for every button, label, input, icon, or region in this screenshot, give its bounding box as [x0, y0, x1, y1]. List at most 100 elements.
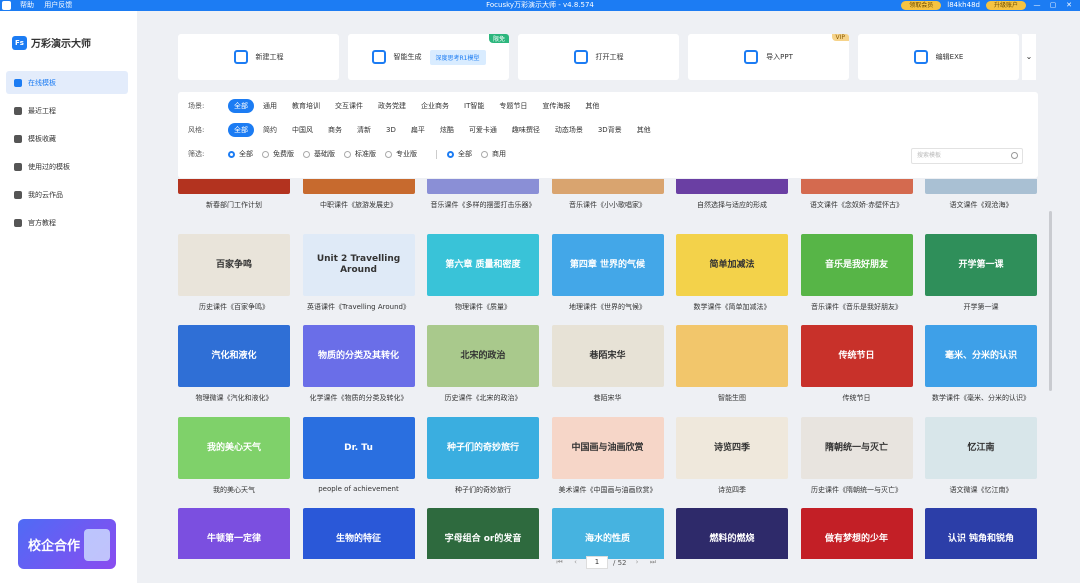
- template-thumbnail[interactable]: Unit 2 Travelling Around: [302, 234, 415, 296]
- scene-chip-8[interactable]: 宣传海报: [536, 99, 576, 113]
- template-card[interactable]: 音乐课件《小小歌唱家》: [551, 179, 664, 212]
- template-card[interactable]: 语文课件《念奴娇·赤壁怀古》: [800, 179, 913, 212]
- sidebar-item-0[interactable]: 在线模板: [6, 71, 128, 94]
- template-thumbnail[interactable]: 忆江南: [925, 417, 1037, 479]
- template-card[interactable]: 我的美心天气 我的美心天气: [178, 417, 290, 497]
- style-chip-11[interactable]: 3D背景: [592, 123, 628, 137]
- sidebar-item-1[interactable]: 最近工程: [6, 99, 128, 122]
- template-card[interactable]: 传统节日 传统节日: [800, 325, 913, 405]
- edition-radio-0[interactable]: 全部: [228, 149, 253, 159]
- template-thumbnail[interactable]: 第六章 质量和密度: [427, 234, 539, 296]
- template-thumbnail[interactable]: 汽化和液化: [178, 325, 290, 387]
- close-button[interactable]: ✕: [1064, 0, 1074, 11]
- scene-chip-7[interactable]: 专题节日: [493, 99, 533, 113]
- template-thumbnail[interactable]: 中国画与油画欣赏: [551, 417, 664, 479]
- template-card[interactable]: 毫米、分米的认识 数学课件《毫米、分米的认识》: [925, 325, 1037, 405]
- style-chip-8[interactable]: 可爱卡通: [463, 123, 503, 137]
- scene-chip-1[interactable]: 通用: [257, 99, 283, 113]
- scene-chip-2[interactable]: 教育培训: [286, 99, 326, 113]
- scene-chip-5[interactable]: 企业商务: [415, 99, 455, 113]
- template-card[interactable]: 第四章 世界的气候 地理课件《世界的气候》: [551, 234, 664, 314]
- scene-chip-3[interactable]: 交互课件: [329, 99, 369, 113]
- upgrade-button[interactable]: 升级账户: [985, 1, 1026, 10]
- template-thumbnail[interactable]: [676, 179, 788, 194]
- template-card[interactable]: 诗览四季 诗览四季: [676, 417, 788, 497]
- style-chip-12[interactable]: 其他: [631, 123, 657, 137]
- template-thumbnail[interactable]: [178, 179, 290, 194]
- template-card[interactable]: 中职课件《旅游发展史》: [302, 179, 415, 212]
- style-chip-2[interactable]: 中国风: [286, 123, 319, 137]
- template-card[interactable]: 音乐课件《多样的摆蛋打击乐器》: [427, 179, 539, 212]
- sidebar-item-5[interactable]: 官方教程: [6, 211, 128, 234]
- template-card[interactable]: Dr. Tu people of achievement: [302, 417, 415, 497]
- last-page-button[interactable]: ⏭: [648, 557, 659, 568]
- scene-chip-0[interactable]: 全部: [228, 99, 254, 113]
- user-name[interactable]: l84kh48d: [947, 0, 980, 11]
- template-thumbnail[interactable]: 音乐是我好朋友: [800, 234, 913, 296]
- action-button-0[interactable]: 新建工程: [178, 34, 339, 80]
- template-card[interactable]: 隋朝统一与灭亡 历史课件《隋朝统一与灭亡》: [800, 417, 913, 497]
- style-chip-9[interactable]: 趣味撰径: [506, 123, 546, 137]
- template-card[interactable]: 中国画与油画欣赏 美术课件《中国画与油画欣赏》: [551, 417, 664, 497]
- template-card[interactable]: 字母组合 or的发音字母组合or的发音: [427, 508, 539, 559]
- style-chip-6[interactable]: 扁平: [405, 123, 431, 137]
- edition-radio-2[interactable]: 基础版: [303, 149, 335, 159]
- edition-radio-3[interactable]: 标准版: [344, 149, 376, 159]
- template-card[interactable]: 做有梦想的少年做有梦想的少年: [800, 508, 913, 559]
- template-thumbnail[interactable]: 做有梦想的少年: [800, 508, 913, 559]
- template-card[interactable]: 汽化和液化 物理微课《汽化和液化》: [178, 325, 290, 405]
- template-thumbnail[interactable]: 隋朝统一与灭亡: [800, 417, 913, 479]
- template-thumbnail[interactable]: 生物的特征: [302, 508, 415, 559]
- template-card[interactable]: 百家争鸣 历史课件《百家争鸣》: [178, 234, 290, 314]
- chevron-down-icon[interactable]: ⌄: [1022, 34, 1036, 80]
- template-card[interactable]: 简单加减法 数学课件《简单加减法》: [676, 234, 788, 314]
- template-thumbnail[interactable]: [925, 179, 1037, 194]
- style-chip-0[interactable]: 全部: [228, 123, 254, 137]
- template-card[interactable]: 海水的性质海水的性质: [551, 508, 664, 559]
- search-input[interactable]: 搜索模板: [911, 148, 1023, 164]
- sidebar-item-2[interactable]: 模板收藏: [6, 127, 128, 150]
- action-button-4[interactable]: 编辑EXE: [858, 34, 1019, 80]
- template-thumbnail[interactable]: 认识 钝角和锐角: [925, 508, 1037, 559]
- template-thumbnail[interactable]: 简单加减法: [676, 234, 788, 296]
- template-thumbnail[interactable]: 北宋的政治: [427, 325, 539, 387]
- template-thumbnail[interactable]: 物质的分类及其转化: [302, 325, 415, 387]
- style-chip-4[interactable]: 清新: [351, 123, 377, 137]
- scene-chip-6[interactable]: IT智能: [458, 99, 490, 113]
- template-thumbnail[interactable]: 牛顿第一定律: [178, 508, 290, 559]
- template-thumbnail[interactable]: 我的美心天气: [178, 417, 290, 479]
- template-thumbnail[interactable]: [551, 179, 664, 194]
- action-button-2[interactable]: 打开工程: [518, 34, 679, 80]
- template-card[interactable]: 忆江南 语文微课《忆江南》: [925, 417, 1037, 497]
- style-chip-1[interactable]: 简约: [257, 123, 283, 137]
- action-button-3[interactable]: 导入PPT VIP: [688, 34, 849, 80]
- style-chip-3[interactable]: 商务: [322, 123, 348, 137]
- prev-page-button[interactable]: ‹: [570, 557, 581, 568]
- template-thumbnail[interactable]: [427, 179, 539, 194]
- template-thumbnail[interactable]: 传统节日: [800, 325, 913, 387]
- style-chip-5[interactable]: 3D: [380, 124, 402, 136]
- template-card[interactable]: 智能生图: [676, 325, 788, 405]
- template-thumbnail[interactable]: 开学第一课: [925, 234, 1037, 296]
- scrollbar[interactable]: [1049, 211, 1052, 391]
- template-card[interactable]: Unit 2 Travelling Around 英语课件《Travelling …: [302, 234, 415, 314]
- template-thumbnail[interactable]: 诗览四季: [676, 417, 788, 479]
- template-card[interactable]: 认识 钝角和锐角认识钝角和锐角: [925, 508, 1037, 559]
- deepseek-model-badge[interactable]: 深度思考R1模型: [429, 49, 486, 65]
- template-card[interactable]: 燃料的燃烧燃料的燃烧: [676, 508, 788, 559]
- member-button[interactable]: 领取会员: [901, 1, 942, 10]
- template-thumbnail[interactable]: 毫米、分米的认识: [925, 325, 1037, 387]
- action-button-1[interactable]: 智能生成 深度思考R1模型 限免: [348, 34, 509, 80]
- style-chip-10[interactable]: 动态场景: [549, 123, 589, 137]
- template-card[interactable]: 自然选择与适应的形成: [676, 179, 788, 212]
- scene-chip-4[interactable]: 政务党建: [372, 99, 412, 113]
- template-card[interactable]: 牛顿第一定律牛顿第一定律: [178, 508, 290, 559]
- template-thumbnail[interactable]: 巷陌宋华: [551, 325, 664, 387]
- template-thumbnail[interactable]: [676, 325, 788, 387]
- template-card[interactable]: 生物的特征生物的特征: [302, 508, 415, 559]
- template-thumbnail[interactable]: [800, 179, 913, 194]
- template-thumbnail[interactable]: 字母组合 or的发音: [427, 508, 539, 559]
- edition-radio-4[interactable]: 专业版: [385, 149, 417, 159]
- template-card[interactable]: 北宋的政治 历史课件《北宋的政治》: [427, 325, 539, 405]
- maximize-button[interactable]: ▢: [1048, 0, 1058, 11]
